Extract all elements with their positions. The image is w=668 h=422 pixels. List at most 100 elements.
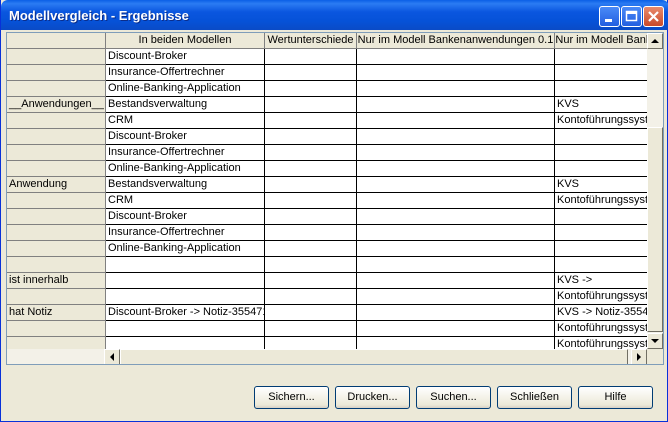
row-header-cell[interactable] — [7, 161, 106, 177]
grid-cell-both-models[interactable]: Insurance-Offertrechner — [106, 225, 265, 241]
horizontal-scrollbar[interactable] — [7, 349, 647, 364]
maximize-button[interactable] — [621, 6, 642, 27]
grid-cell-only-model-a[interactable] — [357, 129, 555, 145]
grid-cell-both-models[interactable] — [106, 337, 265, 349]
grid-cell-only-model-a[interactable] — [357, 225, 555, 241]
grid-cell-both-models[interactable]: Online-Banking-Application — [106, 241, 265, 257]
grid-cell-only-model-a[interactable] — [357, 337, 555, 349]
row-header-cell[interactable] — [7, 337, 106, 349]
grid-cell-only-model-b[interactable] — [555, 145, 647, 161]
row-header-cell[interactable] — [7, 65, 106, 81]
grid-cell-both-models[interactable]: CRM — [106, 193, 265, 209]
grid-cell-only-model-a[interactable] — [357, 289, 555, 305]
grid-cell-only-model-b[interactable]: KVS -> Notiz-3554 — [555, 305, 647, 321]
grid-cell-only-model-a[interactable] — [357, 49, 555, 65]
grid-cell-only-model-b[interactable] — [555, 65, 647, 81]
grid-cell-both-models[interactable] — [106, 289, 265, 305]
grid-cell-value-differences[interactable] — [265, 193, 357, 209]
grid-cell-only-model-a[interactable] — [357, 113, 555, 129]
save-button[interactable]: Sichern... — [254, 386, 329, 409]
grid-cell-only-model-a[interactable] — [357, 321, 555, 337]
title-bar[interactable]: Modellvergleich - Ergebnisse — [1, 0, 668, 30]
grid-cell-both-models[interactable]: Discount-Broker — [106, 49, 265, 65]
row-header-cell[interactable] — [7, 225, 106, 241]
grid-cell-only-model-b[interactable]: Kontoführungssyst — [555, 193, 647, 209]
grid-cell-value-differences[interactable] — [265, 145, 357, 161]
row-header-cell[interactable] — [7, 321, 106, 337]
vertical-scrollbar[interactable] — [647, 33, 663, 349]
grid-cell-both-models[interactable]: Discount-Broker -> Notiz-355471 — [106, 305, 265, 321]
grid-cell-both-models[interactable]: Discount-Broker — [106, 129, 265, 145]
grid-cell-both-models[interactable]: Online-Banking-Application — [106, 161, 265, 177]
grid-cell-value-differences[interactable] — [265, 209, 357, 225]
grid-cell-only-model-b[interactable]: Kontoführungssyst — [555, 289, 647, 305]
grid-cell-only-model-a[interactable] — [357, 97, 555, 113]
row-header-cell[interactable]: hat Notiz — [7, 305, 106, 321]
grid-cell-value-differences[interactable] — [265, 81, 357, 97]
row-header-cell[interactable] — [7, 289, 106, 305]
grid-cell-value-differences[interactable] — [265, 49, 357, 65]
grid-cell-only-model-a[interactable] — [357, 161, 555, 177]
grid-cell-both-models[interactable]: Bestandsverwaltung — [106, 97, 265, 113]
row-header-cell[interactable] — [7, 113, 106, 129]
grid-cell-value-differences[interactable] — [265, 257, 357, 273]
results-grid[interactable]: In beiden Modellen Wertunterschiede Nur im… — [7, 33, 647, 349]
grid-cell-value-differences[interactable] — [265, 161, 357, 177]
row-header-cell[interactable] — [7, 81, 106, 97]
row-header-cell[interactable] — [7, 257, 106, 273]
grid-cell-only-model-b[interactable] — [555, 49, 647, 65]
grid-cell-only-model-b[interactable]: KVS — [555, 97, 647, 113]
grid-cell-only-model-a[interactable] — [357, 81, 555, 97]
grid-cell-only-model-b[interactable]: Kontoführungssyst — [555, 337, 647, 349]
column-header-only-model-b[interactable]: Nur im Modell Banken — [555, 33, 647, 49]
column-header-both-models[interactable]: In beiden Modellen — [106, 33, 265, 49]
scroll-up-button[interactable] — [647, 33, 663, 49]
grid-cell-only-model-a[interactable] — [357, 257, 555, 273]
grid-cell-value-differences[interactable] — [265, 129, 357, 145]
grid-cell-only-model-a[interactable] — [357, 193, 555, 209]
grid-cell-both-models[interactable]: CRM — [106, 113, 265, 129]
close-window-button[interactable] — [643, 6, 664, 27]
grid-cell-value-differences[interactable] — [265, 305, 357, 321]
row-header-cell[interactable] — [7, 209, 106, 225]
grid-cell-value-differences[interactable] — [265, 337, 357, 349]
vertical-scroll-thumb[interactable] — [647, 127, 663, 332]
grid-cell-value-differences[interactable] — [265, 65, 357, 81]
close-button[interactable]: Schließen — [497, 386, 572, 409]
column-header-value-differences[interactable]: Wertunterschiede — [265, 33, 357, 49]
grid-cell-only-model-a[interactable] — [357, 241, 555, 257]
grid-cell-only-model-b[interactable]: Kontoführungssyst — [555, 321, 647, 337]
grid-cell-only-model-b[interactable] — [555, 81, 647, 97]
grid-cell-both-models[interactable] — [106, 321, 265, 337]
row-header-cell[interactable]: __Anwendungen__ — [7, 97, 106, 113]
minimize-button[interactable] — [599, 6, 620, 27]
grid-cell-value-differences[interactable] — [265, 97, 357, 113]
grid-cell-both-models[interactable] — [106, 273, 265, 289]
grid-cell-only-model-a[interactable] — [357, 305, 555, 321]
column-header-only-model-a[interactable]: Nur im Modell Bankenanwendungen 0.1 — [357, 33, 555, 49]
grid-cell-only-model-b[interactable]: Kontoführungssyst — [555, 113, 647, 129]
grid-cell-both-models[interactable]: Insurance-Offertrechner — [106, 145, 265, 161]
row-header-cell[interactable] — [7, 193, 106, 209]
grid-cell-only-model-a[interactable] — [357, 273, 555, 289]
grid-cell-both-models[interactable] — [106, 257, 265, 273]
grid-cell-both-models[interactable]: Online-Banking-Application — [106, 81, 265, 97]
scroll-right-button[interactable] — [631, 349, 647, 364]
row-header-cell[interactable] — [7, 49, 106, 65]
grid-cell-value-differences[interactable] — [265, 241, 357, 257]
print-button[interactable]: Drucken... — [335, 386, 410, 409]
grid-cell-value-differences[interactable] — [265, 177, 357, 193]
scroll-left-button[interactable] — [104, 349, 120, 364]
grid-cell-value-differences[interactable] — [265, 225, 357, 241]
grid-cell-only-model-a[interactable] — [357, 145, 555, 161]
search-button[interactable]: Suchen... — [416, 386, 491, 409]
grid-cell-only-model-a[interactable] — [357, 177, 555, 193]
grid-cell-value-differences[interactable] — [265, 273, 357, 289]
row-header-cell[interactable]: Anwendung — [7, 177, 106, 193]
grid-cell-only-model-a[interactable] — [357, 65, 555, 81]
help-button[interactable]: Hilfe — [578, 386, 653, 409]
grid-cell-both-models[interactable]: Bestandsverwaltung — [106, 177, 265, 193]
row-header-cell[interactable]: ist innerhalb — [7, 273, 106, 289]
grid-cell-only-model-b[interactable] — [555, 225, 647, 241]
grid-cell-only-model-b[interactable]: KVS — [555, 177, 647, 193]
